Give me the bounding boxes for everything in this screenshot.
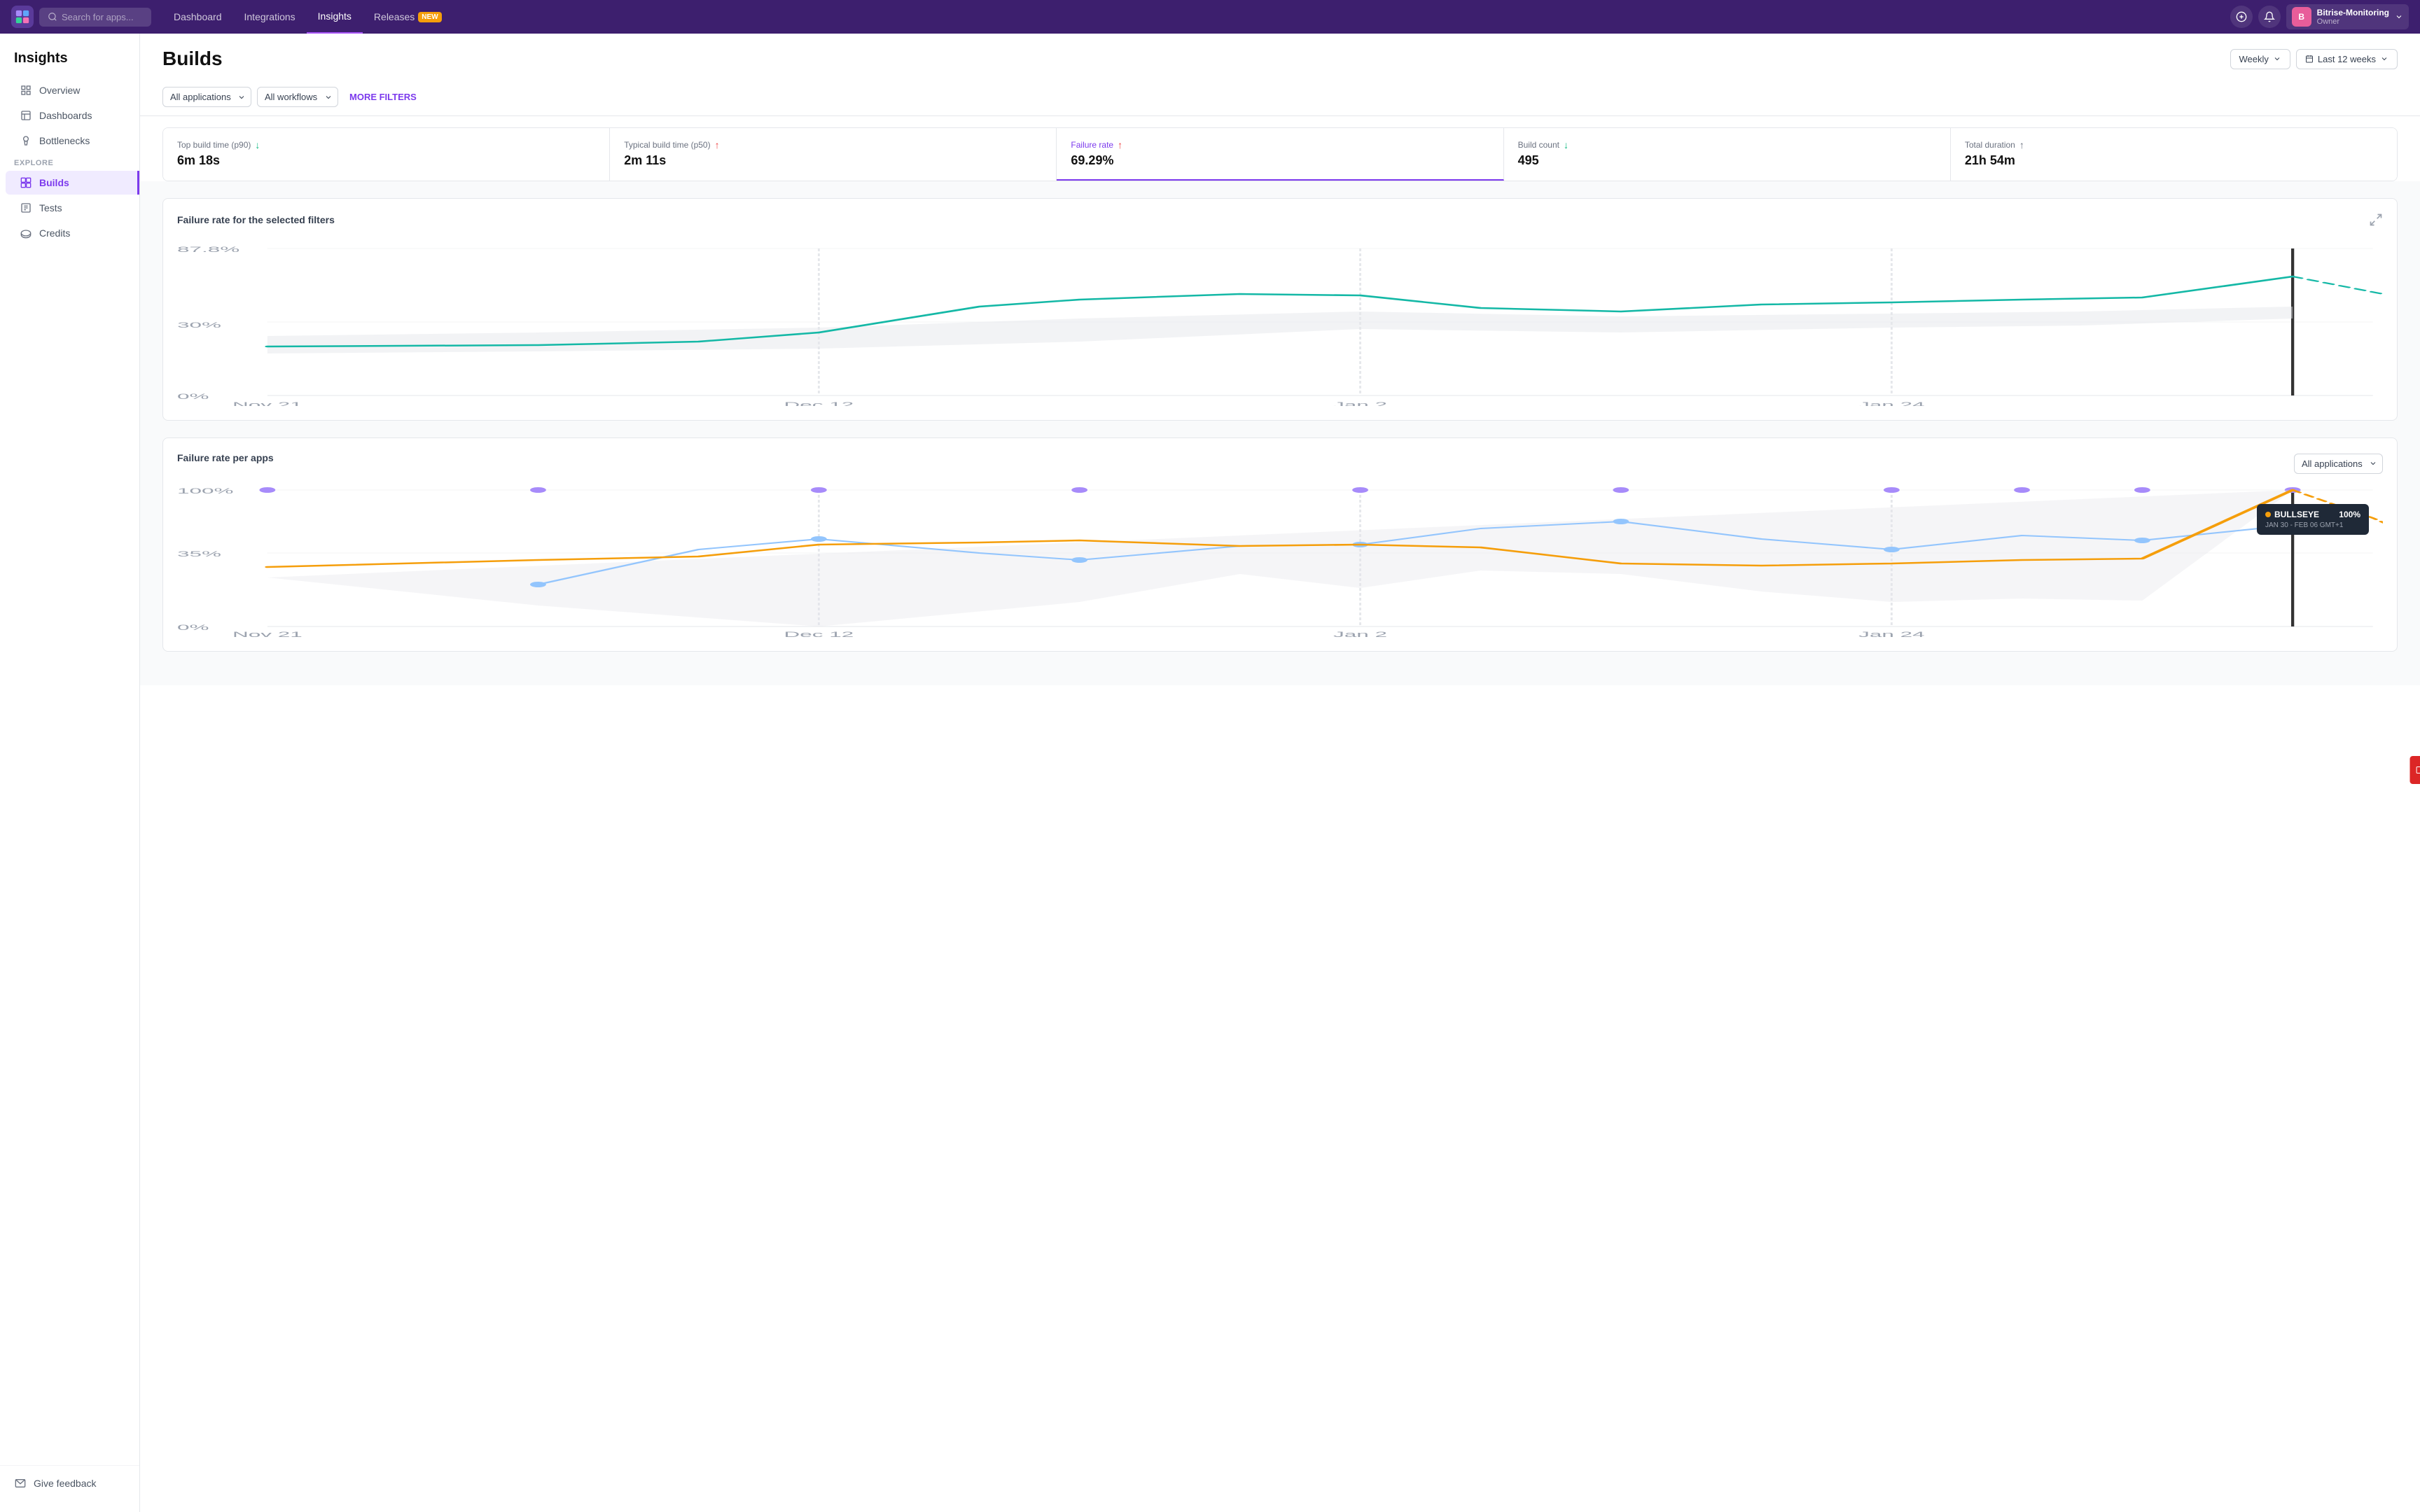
metric-card-build-time-p90[interactable]: Top build time (p90) ↓ 6m 18s (163, 128, 610, 181)
metric-value: 2m 11s (624, 153, 1042, 168)
sidebar-item-tests[interactable]: Tests (6, 196, 134, 220)
header-controls: Weekly Last 12 weeks (2230, 49, 2398, 69)
svg-text:87.8%: 87.8% (177, 245, 239, 253)
search-placeholder: Search for apps... (62, 12, 134, 22)
svg-text:Nov 21: Nov 21 (232, 630, 302, 637)
explore-label: EXPLORE (0, 153, 139, 170)
sidebar-item-credits[interactable]: Credits (6, 221, 134, 245)
chart2-app-filter[interactable]: All applications (2294, 454, 2383, 474)
trend-icon: ↓ (255, 139, 260, 150)
calendar-icon (2305, 55, 2314, 63)
svg-text:Dec 12: Dec 12 (784, 400, 854, 406)
dashboard-icon (20, 109, 32, 122)
top-nav: Search for apps... Dashboard Integration… (0, 0, 2420, 34)
metric-card-build-time-p50[interactable]: Typical build time (p50) ↑ 2m 11s (610, 128, 1057, 181)
nav-integrations[interactable]: Integrations (233, 0, 307, 34)
expand-icon[interactable] (2369, 213, 2383, 227)
failure-rate-per-apps-chart: Failure rate per apps All applications 1… (162, 438, 2398, 652)
svg-text:Jan 24: Jan 24 (1858, 630, 1925, 637)
bulb-icon (20, 134, 32, 147)
metric-card-total-duration[interactable]: Total duration ↑ 21h 54m (1951, 128, 2397, 181)
nav-insights[interactable]: Insights (307, 0, 363, 34)
failure-rate-chart: Failure rate for the selected filters 87… (162, 198, 2398, 421)
svg-text:Jan 2: Jan 2 (1333, 630, 1387, 637)
chart1-title: Failure rate for the selected filters (177, 214, 335, 225)
tests-icon (20, 202, 32, 214)
chart2-area: 100% 35% 0% (177, 483, 2383, 637)
org-avatar: B (2292, 7, 2311, 27)
app-layout: Insights Overview Dashboards (0, 34, 2420, 1512)
metric-value: 495 (1518, 153, 1936, 168)
workflow-filter[interactable]: All workflows (257, 87, 338, 107)
feedback-tab[interactable]: Feedback (2410, 756, 2420, 784)
chevron-down-icon (2395, 13, 2403, 21)
svg-text:Jan 24: Jan 24 (1858, 400, 1925, 406)
filters-bar: All applications All workflows MORE FILT… (140, 81, 2420, 116)
feedback-icon (14, 1477, 27, 1490)
sidebar-bottom: Give feedback (0, 1465, 139, 1501)
chart2-header: Failure rate per apps All applications (177, 452, 2383, 475)
metric-cards: Top build time (p90) ↓ 6m 18s Typical bu… (162, 127, 2398, 181)
credits-icon (20, 227, 32, 239)
svg-text:Jan 2: Jan 2 (1333, 400, 1387, 406)
metric-value: 69.29% (1071, 153, 1489, 168)
app-logo[interactable] (11, 6, 34, 28)
trend-icon: ↓ (1564, 139, 1569, 150)
builds-icon (20, 176, 32, 189)
notifications-button[interactable] (2258, 6, 2281, 28)
charts-section: Failure rate for the selected filters 87… (140, 181, 2420, 685)
metric-value: 6m 18s (177, 153, 595, 168)
svg-text:0%: 0% (177, 392, 209, 400)
metric-value: 21h 54m (1965, 153, 2383, 168)
org-selector[interactable]: B Bitrise-Monitoring Owner (2286, 4, 2409, 29)
add-button[interactable] (2230, 6, 2253, 28)
grid-icon (20, 84, 32, 97)
svg-text:35%: 35% (177, 550, 221, 558)
nav-releases[interactable]: Releases NEW (363, 0, 453, 34)
sidebar-item-dashboards[interactable]: Dashboards (6, 104, 134, 127)
sidebar-item-builds[interactable]: Builds (6, 171, 139, 195)
chevron-down-icon (2380, 55, 2388, 63)
svg-text:100%: 100% (177, 486, 234, 495)
search-bar[interactable]: Search for apps... (39, 8, 151, 27)
give-feedback-button[interactable]: Give feedback (0, 1471, 139, 1495)
main-content: Builds Weekly Last 12 weeks (140, 34, 2420, 1512)
page-title: Builds (162, 48, 223, 70)
sidebar: Insights Overview Dashboards (0, 34, 140, 1512)
nav-dashboard[interactable]: Dashboard (162, 0, 233, 34)
chevron-down-icon (2273, 55, 2281, 63)
trend-icon: ↑ (1118, 139, 1122, 150)
sidebar-item-overview[interactable]: Overview (6, 78, 134, 102)
feedback-icon (2416, 766, 2420, 774)
chart2-title: Failure rate per apps (177, 452, 274, 463)
sidebar-item-bottlenecks[interactable]: Bottlenecks (6, 129, 134, 153)
nav-right: B Bitrise-Monitoring Owner (2230, 4, 2409, 29)
range-dropdown[interactable]: Last 12 weeks (2296, 49, 2398, 69)
svg-text:Dec 12: Dec 12 (784, 630, 854, 637)
app-filter[interactable]: All applications (162, 87, 251, 107)
nav-links: Dashboard Integrations Insights Releases… (162, 0, 453, 34)
more-filters-button[interactable]: MORE FILTERS (344, 88, 422, 106)
trend-icon: ↑ (2019, 139, 2024, 150)
metric-card-failure-rate[interactable]: Failure rate ↑ 69.29% (1057, 128, 1503, 181)
svg-text:Nov 21: Nov 21 (232, 400, 302, 406)
sidebar-title: Insights (0, 45, 139, 78)
org-info: Bitrise-Monitoring Owner (2317, 8, 2389, 26)
svg-text:0%: 0% (177, 623, 209, 631)
trend-icon: ↑ (715, 139, 720, 150)
period-dropdown[interactable]: Weekly (2230, 49, 2290, 69)
page-header: Builds Weekly Last 12 weeks (140, 34, 2420, 81)
releases-badge: NEW (418, 12, 441, 22)
svg-text:30%: 30% (177, 321, 221, 329)
metric-card-build-count[interactable]: Build count ↓ 495 (1504, 128, 1951, 181)
chart1-area: 87.8% 30% 0% (177, 238, 2383, 406)
